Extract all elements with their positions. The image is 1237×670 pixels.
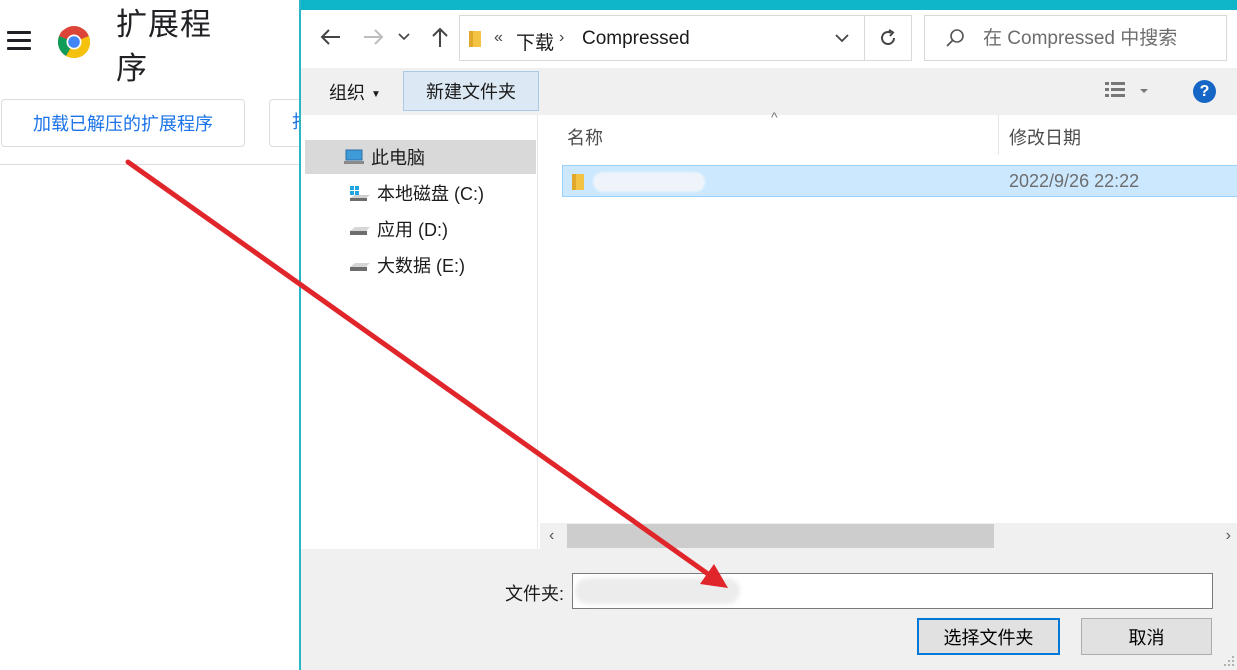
cancel-button[interactable]: 取消	[1081, 618, 1212, 655]
folder-icon	[572, 174, 584, 190]
new-folder-button[interactable]: 新建文件夹	[403, 71, 539, 111]
search-input[interactable]	[983, 25, 1218, 53]
organize-label: 组织	[329, 83, 365, 103]
recent-locations-chevron-icon[interactable]	[397, 24, 411, 50]
tree-item-label: 此电脑	[371, 148, 425, 168]
load-unpacked-button[interactable]: 加载已解压的扩展程序	[1, 99, 245, 147]
navigation-bar: « 下载 › Compressed	[301, 10, 1237, 68]
scroll-left-icon[interactable]: ‹	[549, 527, 554, 545]
folder-value-redacted	[575, 578, 740, 604]
file-modified-date: 2022/9/26 22:22	[1009, 171, 1140, 191]
breadcrumb-compressed[interactable]: Compressed	[582, 28, 690, 50]
horizontal-scrollbar[interactable]: ‹ ›	[540, 523, 1237, 549]
column-header-name[interactable]: 名称	[567, 124, 603, 150]
refresh-button[interactable]	[864, 15, 912, 61]
caret-down-icon: ▼	[371, 88, 381, 100]
help-icon[interactable]: ?	[1193, 80, 1216, 103]
drive-icon	[350, 227, 370, 235]
tree-item-drive-d[interactable]: 应用 (D:)	[349, 212, 538, 246]
tree-item-drive-e[interactable]: 大数据 (E:)	[349, 248, 538, 282]
file-row-selected[interactable]: 2022/9/26 22:22	[562, 165, 1237, 197]
back-icon[interactable]	[317, 24, 343, 50]
page-title: 扩展程序	[116, 7, 212, 87]
address-dropdown-icon[interactable]	[835, 30, 849, 48]
file-list: ^ 名称 修改日期 2022/9/26 22:22	[540, 109, 1237, 523]
column-header-modified[interactable]: 修改日期	[1009, 124, 1081, 150]
search-icon	[946, 29, 964, 47]
menu-icon[interactable]	[7, 31, 31, 51]
breadcrumb-separator-icon[interactable]: ›	[559, 29, 564, 47]
divider	[0, 164, 300, 165]
scroll-right-icon[interactable]: ›	[1226, 527, 1231, 545]
drive-icon	[350, 263, 370, 271]
organize-menu[interactable]: 组织 ▼	[329, 79, 381, 105]
search-box[interactable]	[924, 15, 1227, 61]
view-options-button[interactable]	[1104, 80, 1150, 102]
forward-icon[interactable]	[361, 24, 387, 50]
chrome-logo	[57, 26, 91, 59]
dialog-title-bar[interactable]	[301, 0, 1237, 10]
select-folder-dialog: « 下载 › Compressed 组织 ▼ 新建文件夹	[299, 0, 1237, 670]
address-overflow[interactable]: «	[494, 29, 503, 47]
file-name-redacted	[593, 172, 705, 192]
extensions-page: 扩展程序 加载已解压的扩展程序 打	[0, 0, 329, 670]
tree-item-drive-c[interactable]: 本地磁盘 (C:)	[349, 176, 538, 210]
scrollbar-thumb[interactable]	[567, 524, 994, 548]
tree-item-label: 本地磁盘 (C:)	[377, 184, 484, 204]
computer-icon	[344, 149, 364, 164]
folder-field[interactable]	[572, 573, 1213, 609]
dialog-toolbar: 组织 ▼ 新建文件夹 ?	[301, 68, 1237, 115]
folder-icon	[469, 31, 481, 47]
windows-drive-icon	[350, 186, 370, 201]
tree-item-label: 大数据 (E:)	[377, 256, 465, 276]
tree-item-this-pc[interactable]: 此电脑	[305, 140, 536, 174]
select-folder-button[interactable]: 选择文件夹	[917, 618, 1060, 655]
details-view-icon	[1105, 82, 1148, 97]
navigation-pane: 此电脑 本地磁盘 (C:) 应用 (D:) 大数据 (E:)	[301, 115, 538, 549]
up-icon[interactable]	[427, 24, 453, 50]
refresh-icon	[881, 29, 895, 45]
sort-ascending-icon: ^	[771, 109, 778, 125]
address-bar[interactable]: « 下载 › Compressed	[459, 15, 912, 61]
resize-grip-icon[interactable]	[1223, 655, 1235, 667]
breadcrumb-downloads[interactable]: 下载	[516, 28, 554, 55]
column-divider[interactable]	[998, 115, 999, 155]
folder-field-label: 文件夹:	[505, 584, 565, 604]
dialog-footer: 文件夹: 选择文件夹 取消	[301, 549, 1237, 670]
tree-item-label: 应用 (D:)	[377, 220, 448, 240]
